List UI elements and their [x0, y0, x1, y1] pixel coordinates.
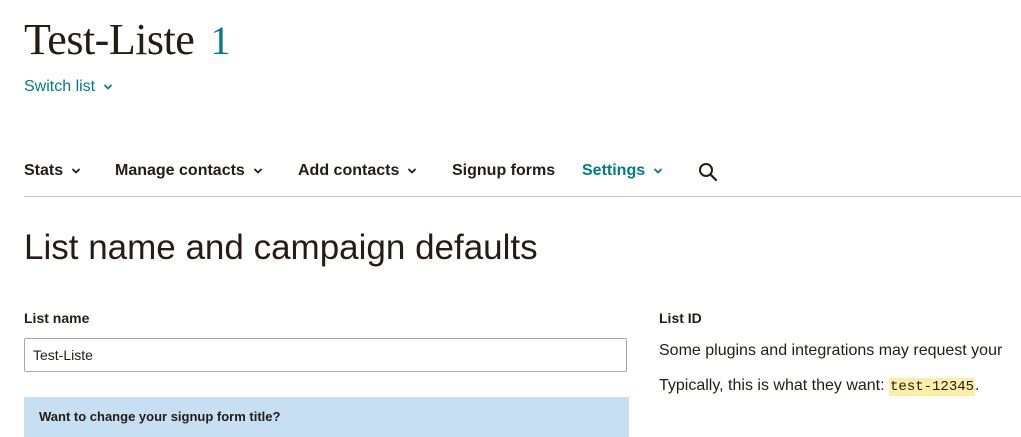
list-id-description: Some plugins and integrations may reques…	[659, 342, 1003, 359]
nav-item-manage-contacts[interactable]: Manage contacts	[115, 162, 263, 180]
chevron-down-icon	[653, 166, 663, 176]
list-title: Test-Liste	[24, 15, 195, 64]
nav-item-label: Signup forms	[452, 162, 556, 179]
nav-item-label: Settings	[582, 162, 646, 179]
nav-item-settings[interactable]: Settings	[582, 162, 663, 180]
nav-item-signup-forms[interactable]: Signup forms	[452, 162, 555, 180]
list-id-typical-prefix: Typically, this is what they want:	[659, 377, 890, 394]
list-id-value: test-12345	[889, 378, 976, 396]
list-id-label: List ID	[659, 310, 702, 326]
section-title: List name and campaign defaults	[24, 228, 538, 267]
signup-title-info-box: Want to change your signup form title?	[24, 397, 629, 437]
chevron-down-icon	[407, 166, 417, 176]
list-count: 1	[210, 18, 231, 63]
chevron-down-icon	[71, 166, 81, 176]
list-id-typical-suffix: .	[975, 377, 980, 394]
list-name-label: List name	[24, 310, 90, 326]
list-nav-bar: Stats Manage contacts Add contacts Signu…	[24, 150, 1021, 197]
list-name-input[interactable]	[24, 338, 627, 372]
nav-item-add-contacts[interactable]: Add contacts	[298, 162, 417, 180]
nav-item-label: Manage contacts	[115, 162, 245, 179]
search-icon[interactable]	[698, 162, 718, 182]
switch-list-button[interactable]: Switch list	[24, 78, 113, 96]
chevron-down-icon	[253, 166, 263, 176]
nav-item-stats[interactable]: Stats	[24, 162, 81, 180]
list-id-typical-line: Typically, this is what they want: test-…	[659, 377, 980, 396]
info-box-text: Want to change your signup form title?	[39, 409, 281, 424]
chevron-down-icon	[103, 82, 113, 92]
nav-item-label: Add contacts	[298, 162, 400, 179]
switch-list-label: Switch list	[24, 78, 96, 95]
nav-item-label: Stats	[24, 162, 64, 179]
page-header: Test-Liste 1	[24, 14, 230, 65]
